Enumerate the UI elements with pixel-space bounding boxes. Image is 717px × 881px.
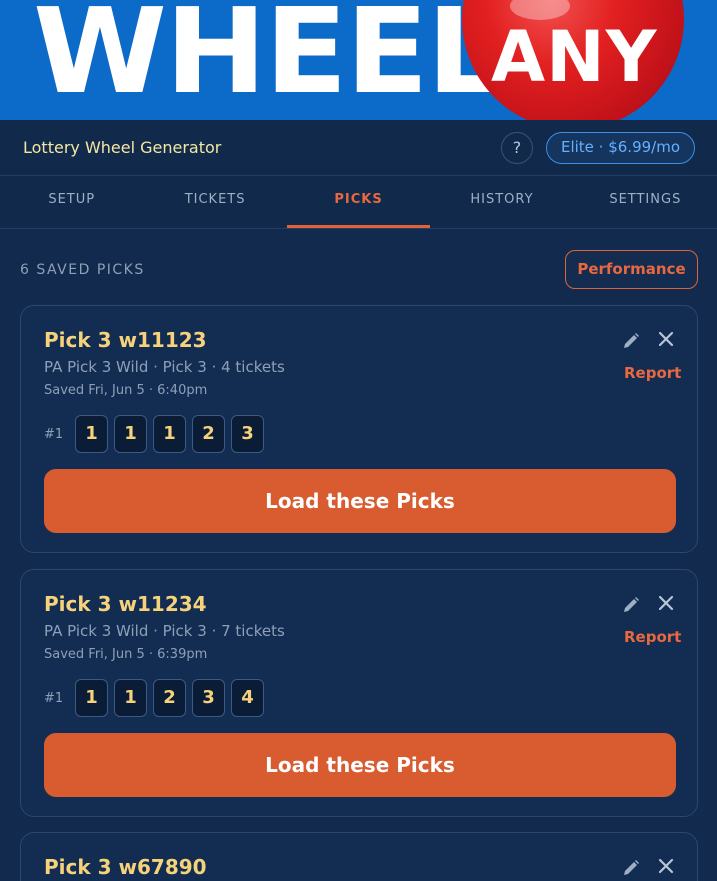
pick-numbers-row: #1 1 1 1 2 3 — [44, 414, 270, 454]
pick-numbers-row: #1 1 1 2 3 4 — [44, 678, 270, 718]
close-icon[interactable] — [657, 857, 675, 875]
row-label: #1 — [44, 690, 64, 706]
app-header: Lottery Wheel Generator ? Elite · $6.99/… — [0, 120, 717, 176]
number-ball: 2 — [153, 679, 186, 717]
pencil-icon[interactable] — [621, 858, 641, 878]
number-ball: 1 — [75, 679, 108, 717]
pick-saved-date: Saved Fri, Jun 5 · 6:39pm — [44, 647, 208, 662]
load-picks-button[interactable]: Load these Picks — [44, 733, 676, 797]
number-ball: 4 — [231, 679, 264, 717]
saved-picks-count: 6 SAVED PICKS — [20, 262, 145, 278]
pick-title: Pick 3 w11234 — [44, 592, 207, 616]
number-ball: 1 — [75, 415, 108, 453]
report-link[interactable]: Report — [624, 364, 681, 382]
pick-saved-date: Saved Fri, Jun 5 · 6:40pm — [44, 383, 208, 398]
banner-ball-text: ANY — [491, 16, 658, 98]
saved-pick-card: Pick 3 w11123 PA Pick 3 Wild · Pick 3 · … — [20, 305, 698, 553]
number-ball: 3 — [192, 679, 225, 717]
saved-pick-card: Pick 3 w67890 — [20, 832, 698, 881]
saved-pick-card: Pick 3 w11234 PA Pick 3 Wild · Pick 3 · … — [20, 569, 698, 817]
pick-title: Pick 3 w67890 — [44, 855, 207, 879]
close-icon[interactable] — [657, 330, 675, 348]
banner: WHEEL ANY — [0, 0, 717, 120]
pick-subtitle: PA Pick 3 Wild · Pick 3 · 4 tickets — [44, 358, 285, 376]
tab-setup[interactable]: SETUP — [0, 176, 143, 228]
tab-tickets[interactable]: TICKETS — [143, 176, 286, 228]
number-ball: 3 — [231, 415, 264, 453]
report-link[interactable]: Report — [624, 628, 681, 646]
number-ball: 1 — [153, 415, 186, 453]
row-label: #1 — [44, 426, 64, 442]
tab-bar: SETUP TICKETS PICKS HISTORY SETTINGS — [0, 176, 717, 229]
performance-button[interactable]: Performance — [565, 250, 698, 289]
banner-word: WHEEL — [33, 0, 504, 120]
pencil-icon[interactable] — [621, 331, 641, 351]
number-ball: 1 — [114, 679, 147, 717]
tab-picks[interactable]: PICKS — [286, 176, 431, 228]
load-picks-button[interactable]: Load these Picks — [44, 469, 676, 533]
plan-button[interactable]: Elite · $6.99/mo — [546, 132, 695, 164]
pick-subtitle: PA Pick 3 Wild · Pick 3 · 7 tickets — [44, 622, 285, 640]
tab-history[interactable]: HISTORY — [430, 176, 573, 228]
app-title: Lottery Wheel Generator — [23, 138, 222, 157]
pick-title: Pick 3 w11123 — [44, 328, 207, 352]
help-button[interactable]: ? — [501, 132, 533, 164]
number-ball: 1 — [114, 415, 147, 453]
pencil-icon[interactable] — [621, 595, 641, 615]
number-ball: 2 — [192, 415, 225, 453]
tab-settings[interactable]: SETTINGS — [574, 176, 717, 228]
close-icon[interactable] — [657, 594, 675, 612]
